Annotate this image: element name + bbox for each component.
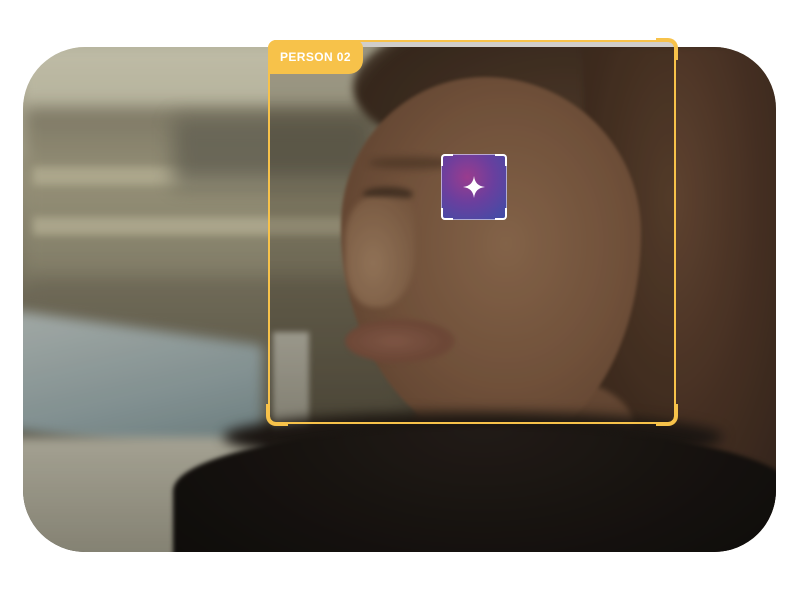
person-label-tag: PERSON 02	[268, 40, 363, 74]
ai-button-corner	[441, 208, 453, 220]
canvas: PERSON 02	[0, 0, 800, 600]
resize-handle-top-right[interactable]	[656, 38, 678, 60]
ai-button-corner	[495, 154, 507, 166]
resize-handle-bottom-right[interactable]	[656, 404, 678, 426]
ai-button-corner	[441, 154, 453, 166]
person-bounding-box[interactable]	[266, 38, 678, 426]
ai-enhance-button[interactable]	[441, 154, 507, 220]
sparkle-icon	[463, 176, 485, 198]
resize-handle-bottom-left[interactable]	[266, 404, 288, 426]
ai-button-corner	[495, 208, 507, 220]
